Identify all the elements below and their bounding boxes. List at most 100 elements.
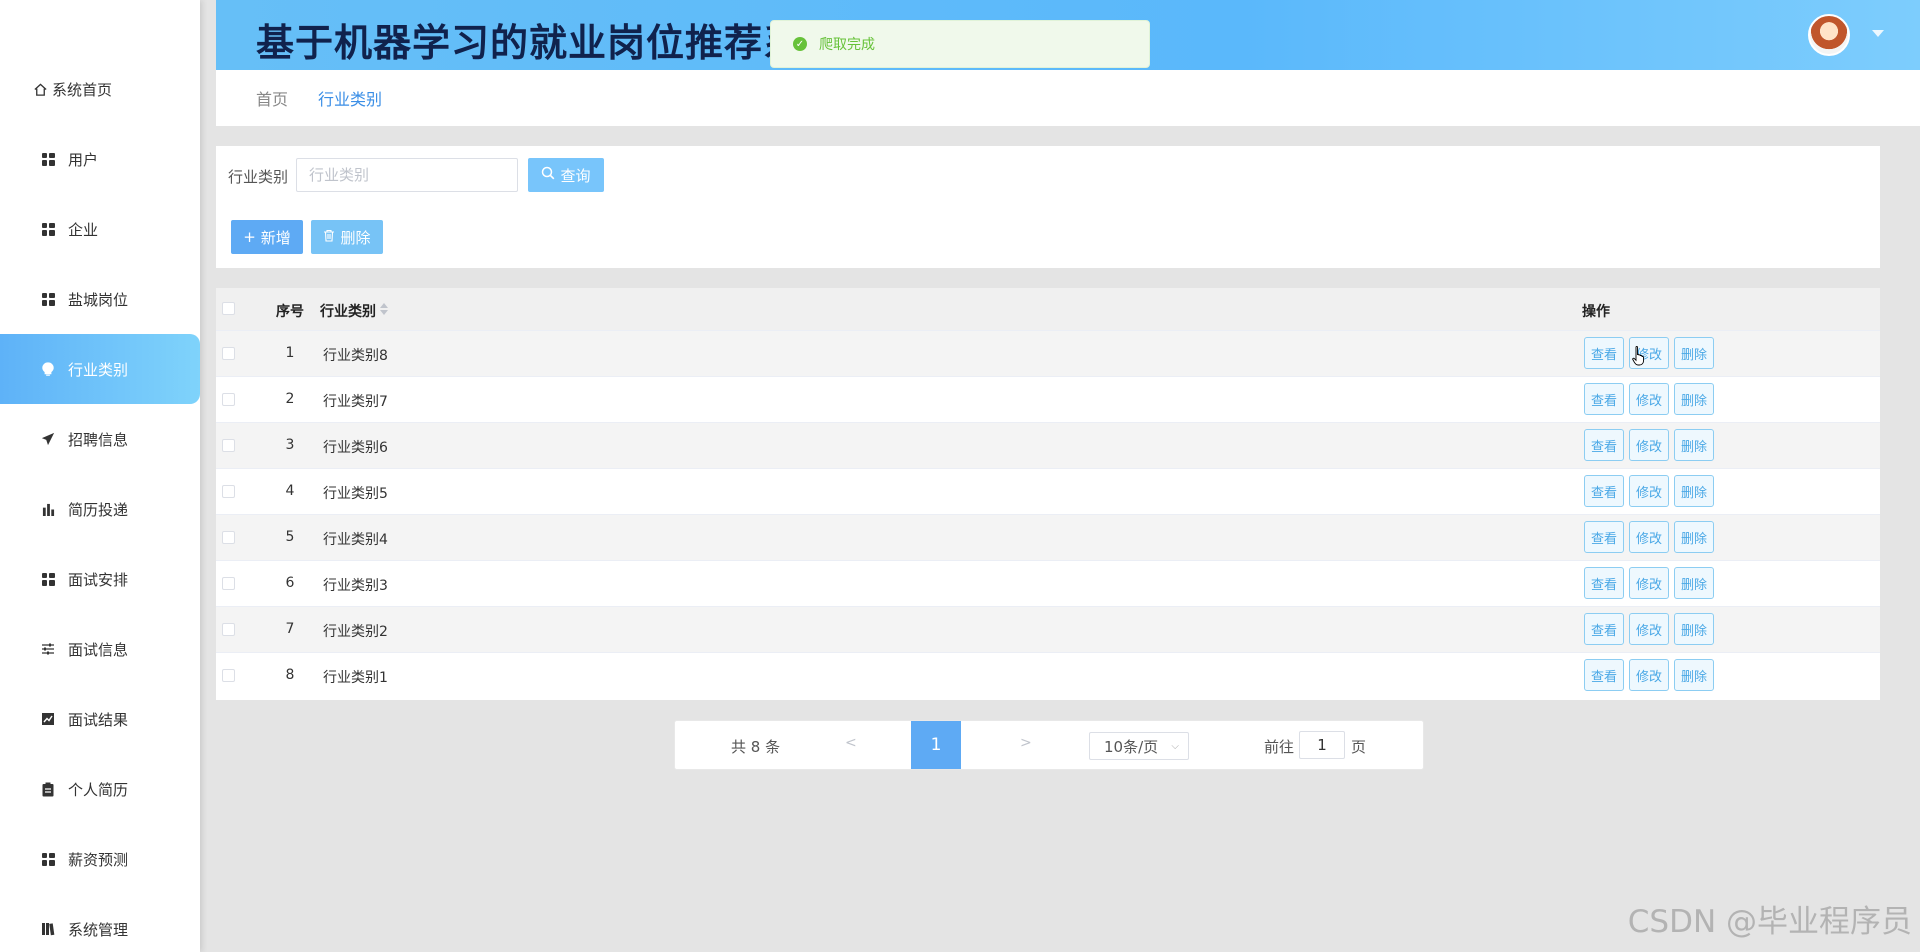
select-all-checkbox[interactable] xyxy=(222,302,235,315)
sliders-icon xyxy=(40,641,56,657)
view-button[interactable]: 查看 xyxy=(1584,475,1624,507)
row-checkbox[interactable] xyxy=(222,531,235,544)
view-button[interactable]: 查看 xyxy=(1584,383,1624,415)
view-button[interactable]: 查看 xyxy=(1584,613,1624,645)
table-header: 序号 行业类别 操作 xyxy=(216,288,1880,330)
edit-button[interactable]: 修改 xyxy=(1629,613,1669,645)
view-button[interactable]: 查看 xyxy=(1584,567,1624,599)
page-number-current[interactable]: 1 xyxy=(911,721,961,769)
row-index: 2 xyxy=(285,391,295,407)
grid-icon xyxy=(40,221,56,237)
avatar[interactable] xyxy=(1808,14,1850,56)
row-checkbox[interactable] xyxy=(222,439,235,452)
sidebar-item-system-management[interactable]: 系统管理 xyxy=(0,894,200,952)
breadcrumb-current: 行业类别 xyxy=(318,90,383,109)
plus-icon: + xyxy=(243,228,256,246)
sidebar-item-label: 系统首页 xyxy=(52,80,113,99)
check-circle-icon: ✓ xyxy=(793,37,807,51)
edit-button[interactable]: 修改 xyxy=(1629,567,1669,599)
row-checkbox[interactable] xyxy=(222,623,235,636)
delete-button[interactable]: 删除 xyxy=(1674,475,1714,507)
sidebar-item-positions[interactable]: 盐城岗位 xyxy=(0,264,200,334)
row-category: 行业类别8 xyxy=(323,348,388,364)
search-label: 行业类别 xyxy=(228,168,289,186)
edit-button[interactable]: 修改 xyxy=(1629,659,1669,691)
row-index: 8 xyxy=(285,667,295,683)
delete-button[interactable]: 删除 xyxy=(1674,659,1714,691)
add-button[interactable]: + 新增 xyxy=(231,220,303,254)
search-icon xyxy=(541,166,555,184)
next-page-button[interactable]: > xyxy=(1020,735,1032,751)
edit-button[interactable]: 修改 xyxy=(1629,383,1669,415)
delete-button[interactable]: 删除 xyxy=(1674,337,1714,369)
row-actions: 查看 修改 删除 xyxy=(1584,567,1719,599)
query-button[interactable]: 查询 xyxy=(528,158,604,192)
sidebar-item-users[interactable]: 用户 xyxy=(0,124,200,194)
breadcrumb-home[interactable]: 首页 xyxy=(256,86,288,110)
goto-unit: 页 xyxy=(1351,738,1367,756)
sidebar-item-interview-info[interactable]: 面试信息 xyxy=(0,614,200,684)
table-row: 4 行业类别5 查看 修改 删除 xyxy=(216,468,1880,514)
bulb-icon xyxy=(40,361,56,377)
line-chart-icon xyxy=(40,711,56,727)
edit-button[interactable]: 修改 xyxy=(1629,475,1669,507)
row-actions: 查看 修改 删除 xyxy=(1584,337,1719,369)
sidebar-item-companies[interactable]: 企业 xyxy=(0,194,200,264)
row-checkbox[interactable] xyxy=(222,577,235,590)
watermark: CSDN @毕业程序员 xyxy=(1627,904,1912,940)
row-index: 3 xyxy=(285,437,295,453)
delete-button[interactable]: 删除 xyxy=(1674,613,1714,645)
sidebar-item-industry-category[interactable]: 行业类别 xyxy=(0,334,200,404)
header-category[interactable]: 行业类别 xyxy=(320,301,376,321)
sidebar-item-label: 面试安排 xyxy=(68,570,129,589)
chevron-down-icon[interactable] xyxy=(1872,30,1884,37)
batch-delete-button[interactable]: 删除 xyxy=(311,220,383,254)
success-toast: ✓ 爬取完成 xyxy=(770,20,1150,68)
page-size-select[interactable]: 10条/页 ⌵ xyxy=(1089,732,1189,760)
row-checkbox[interactable] xyxy=(222,347,235,360)
sidebar-item-home[interactable]: 系统首页 xyxy=(0,54,200,124)
delete-button[interactable]: 删除 xyxy=(1674,383,1714,415)
delete-button-label: 删除 xyxy=(340,228,371,247)
view-button[interactable]: 查看 xyxy=(1584,337,1624,369)
sidebar-item-salary-prediction[interactable]: 薪资预测 xyxy=(0,824,200,894)
sidebar-item-recruitment[interactable]: 招聘信息 xyxy=(0,404,200,474)
edit-button[interactable]: 修改 xyxy=(1629,429,1669,461)
table-row: 5 行业类别4 查看 修改 删除 xyxy=(216,514,1880,560)
sidebar-item-label: 企业 xyxy=(68,220,99,239)
sidebar-item-personal-resume[interactable]: 个人简历 xyxy=(0,754,200,824)
table-row: 3 行业类别6 查看 修改 删除 xyxy=(216,422,1880,468)
send-icon xyxy=(40,431,56,447)
view-button[interactable]: 查看 xyxy=(1584,429,1624,461)
sort-icon[interactable] xyxy=(380,303,388,315)
chevron-down-icon: ⌵ xyxy=(1171,741,1179,752)
sidebar-item-resume-delivery[interactable]: 简历投递 xyxy=(0,474,200,544)
row-checkbox[interactable] xyxy=(222,485,235,498)
row-actions: 查看 修改 删除 xyxy=(1584,521,1719,553)
sidebar-item-interview-result[interactable]: 面试结果 xyxy=(0,684,200,754)
view-button[interactable]: 查看 xyxy=(1584,659,1624,691)
goto-page-input[interactable] xyxy=(1299,731,1345,759)
view-button[interactable]: 查看 xyxy=(1584,521,1624,553)
home-icon xyxy=(32,81,48,97)
sidebar-item-label: 薪资预测 xyxy=(68,850,129,869)
delete-button[interactable]: 删除 xyxy=(1674,521,1714,553)
row-category: 行业类别2 xyxy=(323,624,388,640)
delete-button[interactable]: 删除 xyxy=(1674,429,1714,461)
sidebar-item-label: 面试信息 xyxy=(68,640,129,659)
row-category: 行业类别7 xyxy=(323,394,388,410)
sidebar-item-label: 用户 xyxy=(68,150,99,169)
sidebar-item-interview-schedule[interactable]: 面试安排 xyxy=(0,544,200,614)
search-input[interactable] xyxy=(296,158,518,192)
grid-icon xyxy=(40,291,56,307)
row-category: 行业类别4 xyxy=(323,532,388,548)
row-index: 6 xyxy=(285,575,295,591)
delete-button[interactable]: 删除 xyxy=(1674,567,1714,599)
table-row: 1 行业类别8 查看 修改 删除 xyxy=(216,330,1880,376)
prev-page-button[interactable]: < xyxy=(845,735,857,751)
edit-button[interactable]: 修改 xyxy=(1629,521,1669,553)
row-checkbox[interactable] xyxy=(222,669,235,682)
row-category: 行业类别1 xyxy=(323,670,388,686)
breadcrumb: 首页 行业类别 xyxy=(216,70,1920,126)
row-checkbox[interactable] xyxy=(222,393,235,406)
